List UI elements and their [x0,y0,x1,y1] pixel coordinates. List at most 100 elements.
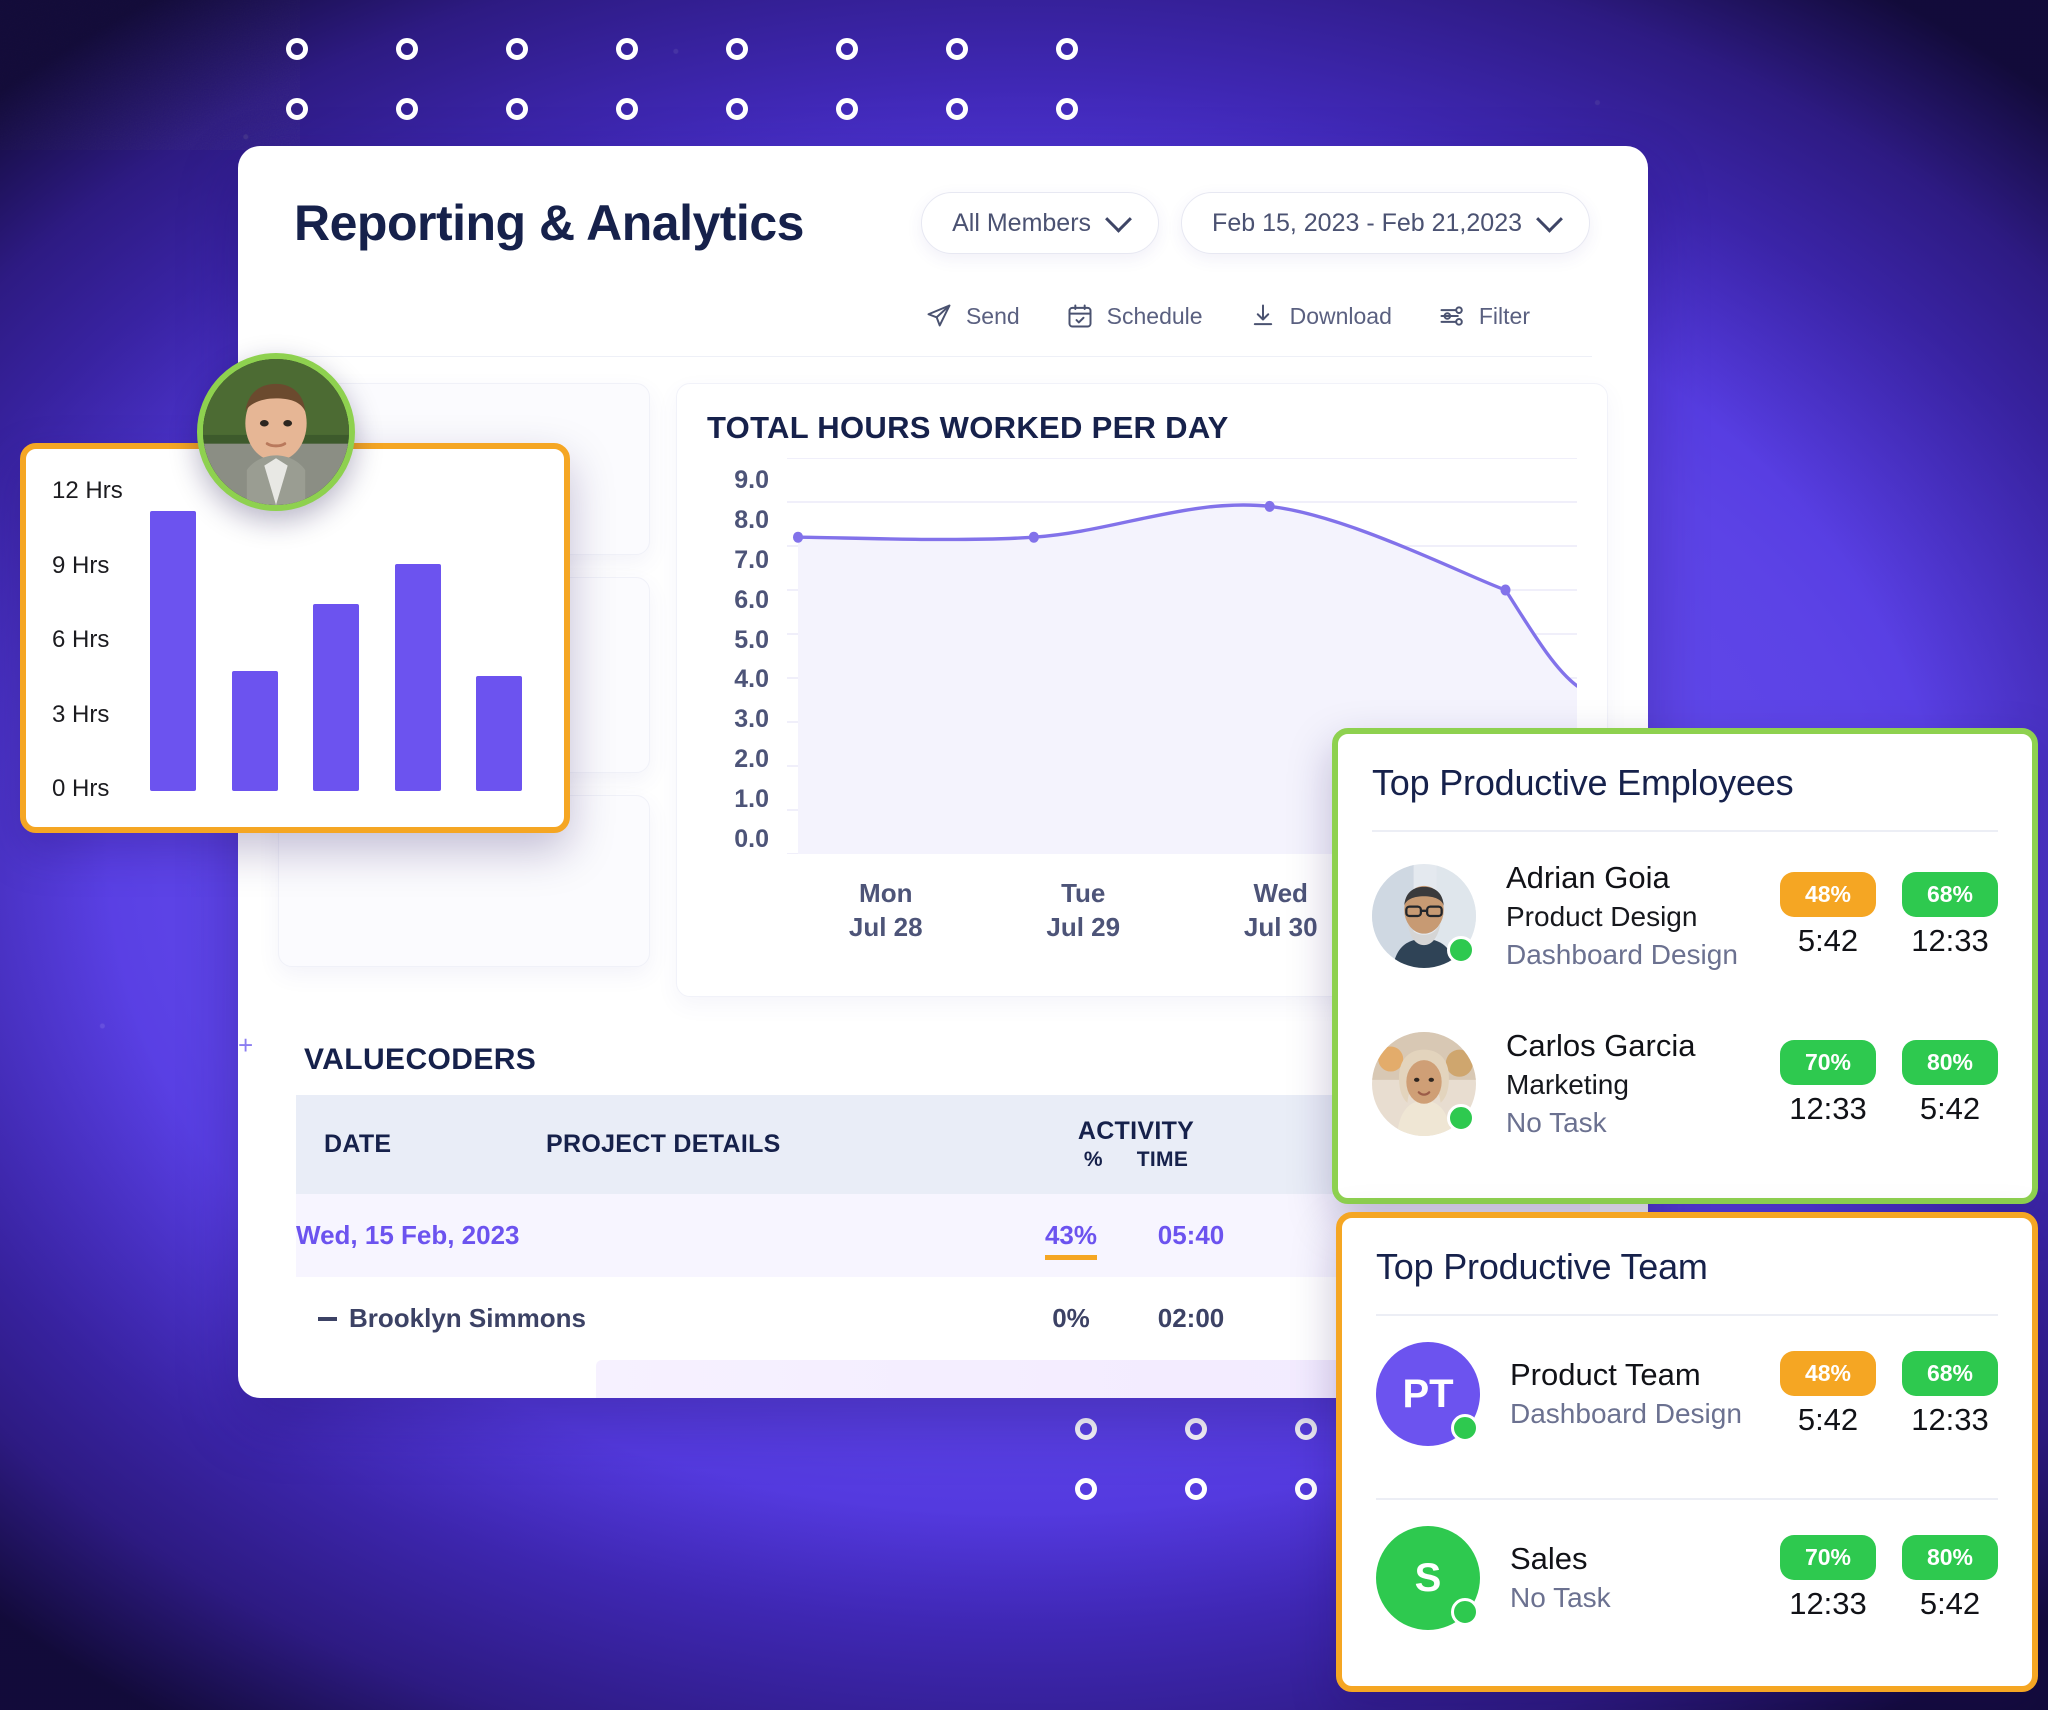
metric: 80% 5:42 [1902,1534,1998,1622]
metric-badge: 68% [1902,872,1998,918]
team-info: Product Team Dashboard Design [1510,1355,1780,1433]
decorative-dot-grid-top [286,38,1166,158]
dot [286,38,308,60]
data-point[interactable] [792,531,804,543]
members-filter-dropdown[interactable]: All Members [921,192,1160,254]
metric-time: 5:42 [1919,1585,1981,1621]
online-status-dot [1447,935,1475,964]
avatar-photo [203,359,349,505]
employees-card-title: Top Productive Employees [1372,762,1794,803]
bar-chart-y-axis: 12 Hrs 9 Hrs 6 Hrs 3 Hrs 0 Hrs [52,477,144,805]
x-tick-day: Tue [1061,878,1106,908]
y-tick: 9 Hrs [52,551,110,579]
dot [396,98,418,120]
filter-button[interactable]: Filter [1438,302,1530,330]
metric-badge: 48% [1780,872,1876,918]
team-info: Sales No Task [1510,1539,1780,1617]
data-point[interactable] [1028,531,1039,543]
x-tick: Tue Jul 29 [985,876,1183,945]
employee-name: Adrian Goia [1506,860,1670,895]
metric-time: 5:42 [1797,1401,1859,1437]
metric-badge: 80% [1902,1534,1998,1580]
y-tick: 9.0 [734,466,769,494]
expand-plus-icon[interactable]: + [238,1030,253,1061]
y-tick: 8.0 [734,505,769,534]
metric-badge: 48% [1780,1350,1876,1396]
y-tick: 2.0 [734,745,769,774]
dot [726,98,748,120]
team-card-title: Top Productive Team [1376,1246,1708,1287]
employee-metrics: 70% 12:33 80% 5:42 [1780,1040,1998,1127]
metric-badge: 70% [1780,1534,1876,1580]
y-tick: 1.0 [734,785,769,813]
collapse-icon[interactable] [318,1316,337,1321]
x-tick-date: Jul 28 [848,912,923,943]
team-avatar-wrap: S [1376,1526,1480,1630]
y-tick: 6.0 [734,585,769,614]
metric: 70% 12:33 [1780,1040,1876,1127]
metric-time: 12:33 [1789,1585,1867,1621]
dot [1075,1418,1097,1440]
activity-title: ACTIVITY [1077,1117,1195,1145]
filter-label: Filter [1478,302,1530,329]
y-tick: 3 Hrs [52,700,110,728]
employee-row[interactable]: Adrian Goia Product Design Dashboard Des… [1372,832,1998,1000]
activity-header-stack: ACTIVITY % TIME [1016,1117,1256,1172]
dot [396,38,418,60]
row-activity-pct-value: 43% [1044,1220,1098,1260]
team-row[interactable]: PT Product Team Dashboard Design 48% 5:4… [1376,1316,1998,1472]
members-filter-label: All Members [952,208,1092,237]
row-member-name-wrap: Brooklyn Simmons [296,1303,1016,1334]
filter-sliders-icon [1438,302,1466,330]
metric-time: 12:33 [1911,1401,1989,1437]
top-productive-employees-card: Top Productive Employees Adrian Goia Pro… [1332,728,2038,1204]
team-avatar-wrap: PT [1376,1342,1480,1446]
dot [836,38,858,60]
metric: 68% 12:33 [1902,872,1998,959]
organization-name: VALUECODERS [304,1043,537,1076]
employee-name: Carlos Garcia [1506,1027,1696,1063]
column-header-date[interactable]: DATE [296,1095,546,1194]
download-label: Download [1289,302,1392,329]
dot [946,38,968,60]
data-point[interactable] [1264,500,1275,512]
column-header-project-details[interactable]: PROJECT DETAILS [546,1095,1016,1194]
top-productive-team-card: Top Productive Team PT Product Team Dash… [1336,1212,2038,1692]
row-activity-time: 05:40 [1126,1194,1256,1277]
bar [394,563,441,791]
schedule-button[interactable]: Schedule [1066,302,1203,330]
metric: 68% 12:33 [1902,1350,1998,1438]
metric-badge: 70% [1780,1040,1876,1086]
team-row[interactable]: S Sales No Task 70% 12:33 80% 5:42 [1376,1500,1998,1656]
employee-task: Dashboard Design [1506,939,1738,971]
avatar[interactable] [197,353,355,511]
dot [286,98,308,120]
app-header: Reporting & Analytics All Members Feb 15… [238,146,1648,254]
y-tick: 3.0 [734,705,769,734]
date-range-dropdown[interactable]: Feb 15, 2023 - Feb 21,2023 [1181,192,1590,254]
team-name: Product Team [1510,1356,1701,1392]
download-button[interactable]: Download [1249,302,1392,330]
y-tick: 6 Hrs [52,626,110,653]
y-tick: 7.0 [734,545,769,574]
y-tick: 0 Hrs [52,775,110,802]
y-tick: 5.0 [734,625,769,654]
team-metrics: 48% 5:42 68% 12:33 [1780,1350,1998,1438]
row-member-cell: Brooklyn Simmons [296,1277,1016,1360]
chevron-down-icon [1105,205,1132,233]
dot [1185,1418,1207,1440]
activity-subheaders: % TIME [1084,1148,1188,1172]
metric-time: 5:42 [1797,923,1859,959]
employee-department: Product Design [1506,901,1698,933]
dot [616,98,638,120]
employee-row[interactable]: Carlos Garcia Marketing No Task 70% 12:3… [1372,1000,1998,1168]
data-point[interactable] [1500,584,1511,596]
team-task: No Task [1510,1582,1611,1614]
column-header-activity[interactable]: ACTIVITY % TIME [1016,1095,1256,1194]
metric-time: 5:42 [1919,1091,1981,1127]
send-button[interactable]: Send [925,302,1020,330]
dot [726,38,748,60]
metric-time: 12:33 [1911,923,1989,959]
send-label: Send [965,302,1020,329]
bar [150,511,196,791]
